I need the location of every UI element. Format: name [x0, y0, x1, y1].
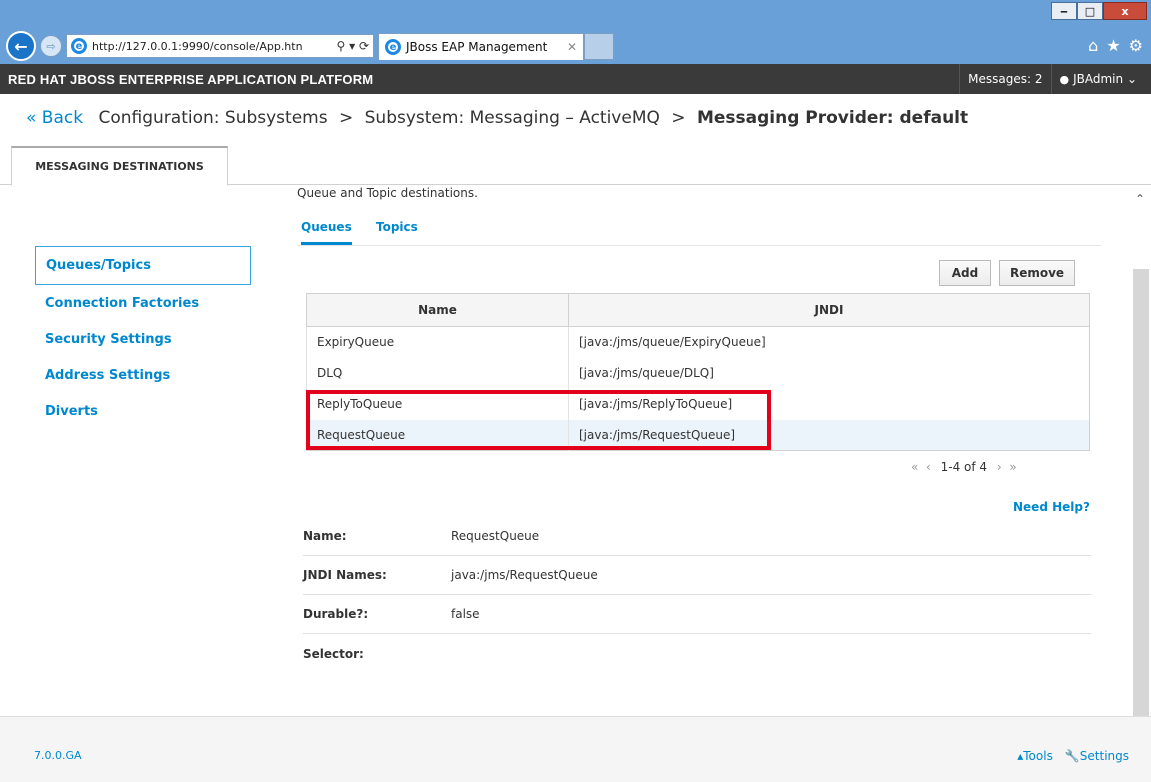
settings-label: Settings: [1079, 749, 1129, 763]
user-menu[interactable]: ● JBAdmin ⌄: [1050, 64, 1151, 94]
star-icon[interactable]: ★: [1106, 36, 1120, 55]
version-label[interactable]: 7.0.0.GA: [34, 749, 82, 762]
add-button[interactable]: Add: [939, 260, 991, 286]
tab-close-icon[interactable]: ✕: [567, 40, 577, 54]
tab-title: JBoss EAP Management: [406, 40, 548, 54]
settings-link[interactable]: 🔧Settings: [1065, 749, 1129, 763]
detail-row-selector: Selector:: [303, 634, 1091, 673]
window-controls: ‒ □ x: [1051, 2, 1147, 20]
wrench-icon: 🔧: [1064, 749, 1080, 763]
address-bar[interactable]: e http://127.0.0.1:9990/console/App.htn …: [66, 34, 374, 58]
back-arrow-icon[interactable]: ←: [6, 31, 36, 61]
column-header-name[interactable]: Name: [306, 293, 569, 327]
detail-label: Selector:: [303, 646, 364, 661]
last-page-icon[interactable]: »: [1009, 460, 1016, 474]
cell-jndi: [java:/jms/queue/ExpiryQueue]: [568, 326, 1090, 358]
breadcrumb-item[interactable]: Configuration: Subsystems: [98, 108, 327, 128]
tools-label: Tools: [1023, 749, 1053, 763]
new-tab-button[interactable]: [584, 33, 614, 60]
pager: « ‹ 1-4 of 4 › »: [911, 460, 1017, 474]
home-icon[interactable]: ⌂: [1088, 36, 1098, 55]
sidebar-item-queues-topics[interactable]: Queues/Topics: [35, 246, 251, 285]
first-page-icon[interactable]: «: [911, 460, 918, 474]
detail-row-durable: Durable?: false: [303, 595, 1091, 634]
next-page-icon[interactable]: ›: [997, 460, 1006, 474]
column-header-jndi[interactable]: JNDI: [568, 293, 1090, 327]
footer-links: ▴Tools 🔧Settings: [1017, 749, 1129, 763]
sub-tabs: Queues Topics: [297, 211, 1101, 246]
main-tabs: MESSAGING DESTINATIONS: [0, 146, 1151, 186]
ie-logo-icon: e: [71, 38, 87, 54]
remove-button[interactable]: Remove: [999, 260, 1075, 286]
detail-label: Name:: [303, 529, 347, 543]
search-refresh-icons[interactable]: ⚲ ▾ ⟳: [337, 39, 370, 53]
sidebar: Queues/Topics Connection Factories Secur…: [35, 246, 251, 429]
table-row[interactable]: ExpiryQueue [java:/jms/queue/ExpiryQueue…: [306, 326, 1090, 358]
close-button[interactable]: x: [1103, 2, 1147, 20]
tab-messaging-destinations[interactable]: MESSAGING DESTINATIONS: [11, 146, 228, 186]
detail-label: Durable?:: [303, 607, 369, 621]
tab-queues[interactable]: Queues: [301, 220, 352, 245]
maximize-button[interactable]: □: [1077, 2, 1103, 20]
page-count: 1-4 of 4: [940, 460, 988, 474]
detail-value: RequestQueue: [451, 529, 540, 543]
details-panel: Name: RequestQueue JNDI Names: java:/jms…: [303, 517, 1091, 673]
section-description: Queue and Topic destinations.: [297, 186, 478, 200]
vertical-scrollbar[interactable]: ⌃: [1131, 186, 1151, 716]
tools-link[interactable]: ▴Tools: [1017, 749, 1053, 763]
prev-page-icon[interactable]: ‹: [922, 460, 931, 474]
chevron-down-icon: ⌄: [1123, 72, 1137, 86]
tab-ie-icon: e: [385, 39, 401, 55]
table-row[interactable]: DLQ [java:/jms/queue/DLQ]: [306, 357, 1090, 389]
detail-label: JNDI Names:: [303, 568, 387, 582]
toolbar-icons: ⌂ ★ ⚙: [1088, 36, 1143, 55]
sidebar-item-connection-factories[interactable]: Connection Factories: [35, 285, 251, 321]
back-link[interactable]: « Back: [26, 108, 83, 128]
browser-chrome: ‒ □ x ← ⇨ e http://127.0.0.1:9990/consol…: [0, 0, 1151, 64]
detail-value: false: [451, 607, 480, 621]
footer: 7.0.0.GA ▴Tools 🔧Settings: [0, 716, 1151, 782]
url-text[interactable]: http://127.0.0.1:9990/console/App.htn: [92, 40, 333, 53]
user-name: JBAdmin: [1073, 72, 1124, 86]
cell-name: DLQ: [306, 357, 569, 389]
sidebar-item-address-settings[interactable]: Address Settings: [35, 357, 251, 393]
scroll-up-icon[interactable]: ⌃: [1135, 192, 1145, 206]
sidebar-item-security-settings[interactable]: Security Settings: [35, 321, 251, 357]
breadcrumb-item[interactable]: Subsystem: Messaging – ActiveMQ: [365, 108, 660, 128]
tab-topics[interactable]: Topics: [376, 220, 418, 234]
detail-row-jndi: JNDI Names: java:/jms/RequestQueue: [303, 556, 1091, 595]
minimize-button[interactable]: ‒: [1051, 2, 1077, 20]
detail-row-name: Name: RequestQueue: [303, 517, 1091, 556]
browser-tab[interactable]: e JBoss EAP Management ✕: [378, 33, 584, 60]
forward-arrow-icon[interactable]: ⇨: [40, 35, 62, 57]
cell-jndi: [java:/jms/queue/DLQ]: [568, 357, 1090, 389]
breadcrumb-separator: >: [338, 108, 354, 128]
breadcrumb-separator: >: [671, 108, 686, 128]
brand-title: RED HAT JBOSS ENTERPRISE APPLICATION PLA…: [8, 71, 374, 87]
gear-icon[interactable]: ⚙: [1129, 36, 1143, 55]
sidebar-item-diverts[interactable]: Diverts: [35, 393, 251, 429]
breadcrumb-current: Messaging Provider: default: [696, 108, 969, 128]
need-help-link[interactable]: Need Help?: [1013, 500, 1090, 514]
breadcrumb: « Back Configuration: Subsystems > Subsy…: [26, 108, 968, 128]
messages-indicator[interactable]: Messages: 2: [959, 64, 1050, 94]
cell-name: ExpiryQueue: [306, 326, 569, 358]
scroll-thumb[interactable]: [1133, 269, 1149, 716]
detail-value: java:/jms/RequestQueue: [451, 568, 598, 582]
red-highlight-box: [306, 390, 771, 450]
user-icon: ●: [1059, 72, 1070, 86]
app-header: RED HAT JBOSS ENTERPRISE APPLICATION PLA…: [0, 64, 1151, 94]
